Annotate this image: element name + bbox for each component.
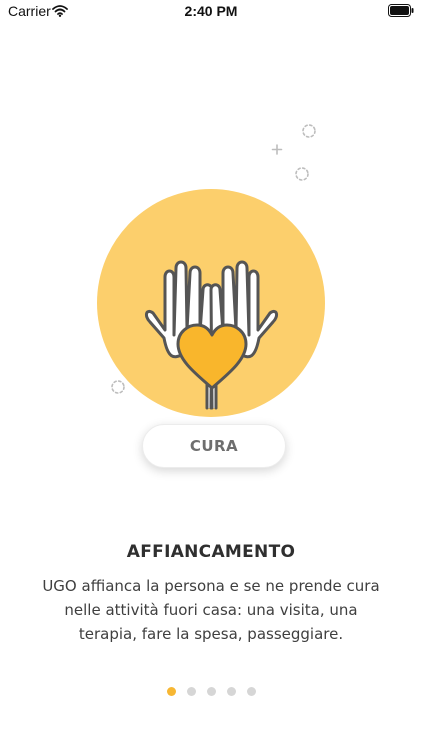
status-bar: Carrier 2:40 PM bbox=[0, 0, 422, 24]
page-title: AFFIANCAMENTO bbox=[126, 542, 296, 562]
illustration bbox=[0, 110, 422, 420]
cura-chip-button[interactable]: CURA bbox=[142, 424, 286, 468]
page-dot-5[interactable] bbox=[246, 687, 256, 696]
clock: 2:40 PM bbox=[184, 3, 238, 19]
cura-chip-label: CURA bbox=[189, 437, 239, 455]
page-indicator bbox=[0, 687, 422, 696]
page-description: UGO affianca la persona e se ne prende c… bbox=[42, 577, 380, 643]
battery-icon bbox=[388, 4, 414, 22]
page-dot-4[interactable] bbox=[226, 687, 236, 696]
page-dot-3[interactable] bbox=[206, 687, 216, 696]
page-dot-1[interactable] bbox=[166, 687, 176, 696]
page-dot-2[interactable] bbox=[186, 687, 196, 696]
